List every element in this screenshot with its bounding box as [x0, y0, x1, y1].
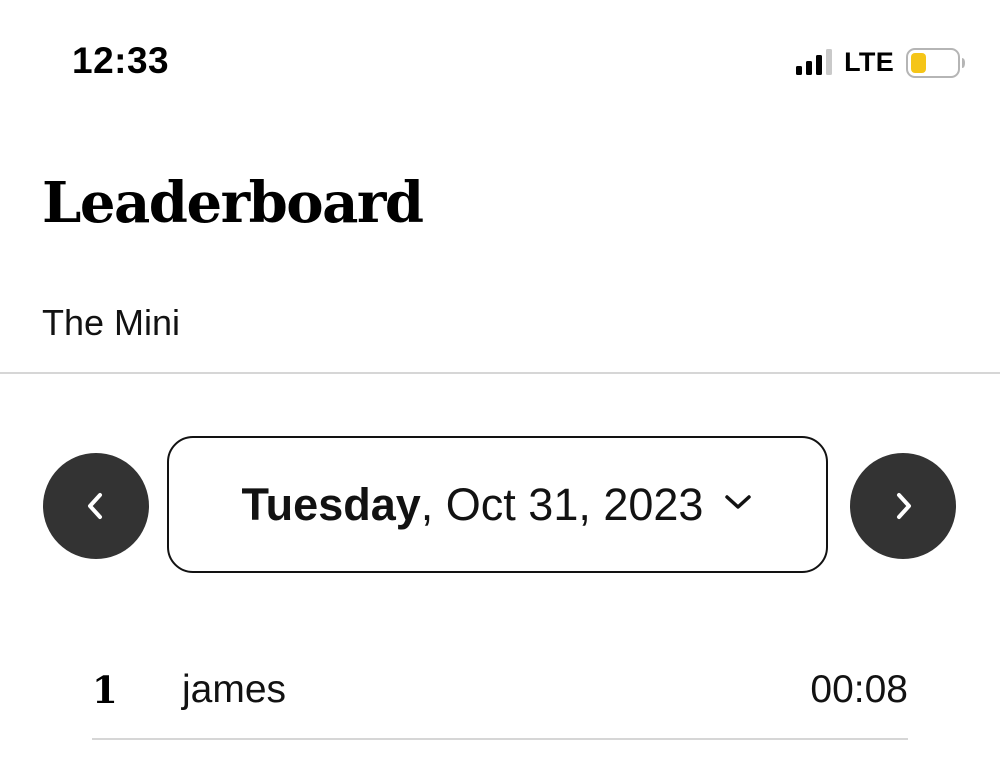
- network-type-label: LTE: [844, 46, 894, 77]
- status-time: 12:33: [72, 40, 170, 81]
- chevron-right-icon: [897, 493, 911, 519]
- chevron-left-icon: [88, 493, 102, 519]
- chevron-down-icon: [723, 492, 753, 517]
- date-day: Tuesday: [241, 478, 421, 530]
- date-separator: ,: [420, 478, 434, 530]
- selected-date: Tuesday, Oct 31, 2023: [242, 479, 704, 531]
- player-name: james: [182, 668, 287, 711]
- page-title: Leaderboard: [42, 170, 424, 236]
- header-divider: [0, 372, 1000, 374]
- battery-icon: [906, 48, 965, 78]
- leaderboard-row: 1 james 00:08: [92, 650, 908, 740]
- signal-strength-icon: [796, 49, 833, 75]
- status-indicators: LTE: [796, 44, 965, 80]
- next-day-button[interactable]: [850, 453, 956, 559]
- date-picker-dropdown[interactable]: Tuesday, Oct 31, 2023: [167, 436, 828, 573]
- game-name: The Mini: [42, 302, 181, 343]
- status-bar: 12:33 LTE: [0, 0, 1000, 120]
- previous-day-button[interactable]: [43, 453, 149, 559]
- date-value: Oct 31, 2023: [433, 478, 704, 530]
- rank-number: 1: [92, 668, 118, 712]
- solve-time: 00:08: [810, 668, 908, 711]
